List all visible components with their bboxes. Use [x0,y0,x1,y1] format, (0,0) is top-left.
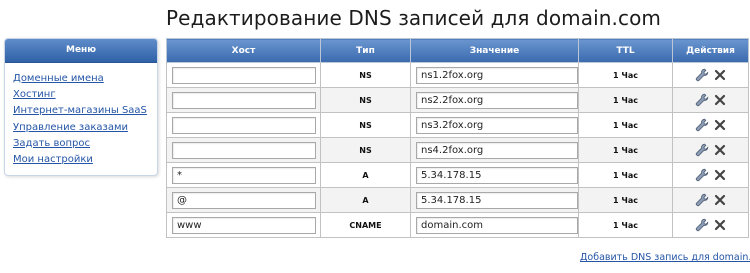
sidebar-list: Доменные имена Хостинг Интернет-магазины… [5,63,157,168]
wrench-icon[interactable] [695,93,709,107]
ttl-cell: 1 Час [578,62,673,88]
type-cell: CNAME [320,212,411,238]
actions-cell [672,212,749,238]
actions-cell [672,162,749,188]
sidebar-item-domains[interactable]: Доменные имена [13,73,104,84]
sidebar-item-settings[interactable]: Мои настройки [13,154,93,165]
close-x-icon[interactable] [713,218,727,232]
close-x-icon[interactable] [713,143,727,157]
sidebar-item-orders[interactable]: Управление заказами [13,122,128,133]
wrench-icon[interactable] [695,193,709,207]
value-cell [410,62,579,88]
host-input[interactable] [172,116,316,134]
host-cell [166,162,321,188]
table-row: NS 1 Час [166,137,749,163]
ttl-cell: 1 Час [578,137,673,163]
wrench-icon[interactable] [695,118,709,132]
host-cell [166,87,321,113]
ttl-cell: 1 Час [578,87,673,113]
value-input[interactable] [416,216,578,234]
wrench-icon[interactable] [695,68,709,82]
host-cell [166,62,321,88]
close-x-icon[interactable] [713,68,727,82]
host-cell [166,212,321,238]
close-x-icon[interactable] [713,193,727,207]
value-cell [410,212,579,238]
value-cell [410,187,579,213]
table-row: A 1 Час [166,162,749,188]
host-input[interactable] [172,191,316,209]
host-input[interactable] [172,91,316,109]
sidebar-item-ask-question[interactable]: Задать вопрос [13,138,90,149]
host-input[interactable] [172,216,316,234]
value-input[interactable] [416,166,578,184]
value-input[interactable] [416,91,578,109]
host-input[interactable] [172,166,316,184]
type-cell: NS [320,112,411,138]
dns-records-table: Хост Тип Значение TTL Действия NS1 ЧасNS… [166,38,749,238]
actions-cell [672,62,749,88]
value-input[interactable] [416,66,578,84]
type-cell: NS [320,62,411,88]
host-cell [166,187,321,213]
host-input[interactable] [172,141,316,159]
column-header-host: Хост [166,38,321,63]
value-cell [410,87,579,113]
value-cell [410,162,579,188]
table-body: NS 1 Час NS 1 Час NS 1 Час NS 1 Час A 1 Час A 1 Час… [166,62,749,238]
table-row: CNAME 1 Час [166,212,749,238]
close-x-icon[interactable] [713,168,727,182]
sidebar-item-hosting[interactable]: Хостинг [13,89,56,100]
ttl-cell: 1 Час [578,212,673,238]
actions-cell [672,87,749,113]
host-cell [166,112,321,138]
value-cell [410,112,579,138]
actions-cell [672,112,749,138]
table-row: A 1 Час [166,187,749,213]
table-header-row: Хост Тип Значение TTL Действия [166,38,749,63]
host-cell [166,137,321,163]
sidebar-title: Меню [5,39,157,63]
wrench-icon[interactable] [695,143,709,157]
table-row: NS 1 Час [166,62,749,88]
ttl-cell: 1 Час [578,187,673,213]
close-x-icon[interactable] [713,93,727,107]
type-cell: NS [320,87,411,113]
page-title: Редактирование DNS записей для domain.co… [166,6,661,30]
sidebar-menu: Меню Доменные имена Хостинг Интернет-маг… [4,38,158,176]
type-cell: A [320,187,411,213]
actions-cell [672,137,749,163]
host-input[interactable] [172,66,316,84]
close-x-icon[interactable] [713,118,727,132]
type-cell: A [320,162,411,188]
value-input[interactable] [416,116,578,134]
table-row: NS 1 Час [166,87,749,113]
value-input[interactable] [416,141,578,159]
sidebar-item-saas-shops[interactable]: Интернет-магазины SaaS [13,105,147,116]
type-cell: NS [320,137,411,163]
wrench-icon[interactable] [695,218,709,232]
ttl-cell: 1 Час [578,112,673,138]
wrench-icon[interactable] [695,168,709,182]
column-header-actions: Действия [672,38,749,63]
ttl-cell: 1 Час [578,162,673,188]
column-header-type: Тип [320,38,411,63]
add-dns-record-link[interactable]: Добавить DNS запись для domain.com [580,252,750,263]
actions-cell [672,187,749,213]
table-row: NS 1 Час [166,112,749,138]
value-cell [410,137,579,163]
value-input[interactable] [416,191,578,209]
column-header-value: Значение [410,38,579,63]
column-header-ttl: TTL [578,38,673,63]
